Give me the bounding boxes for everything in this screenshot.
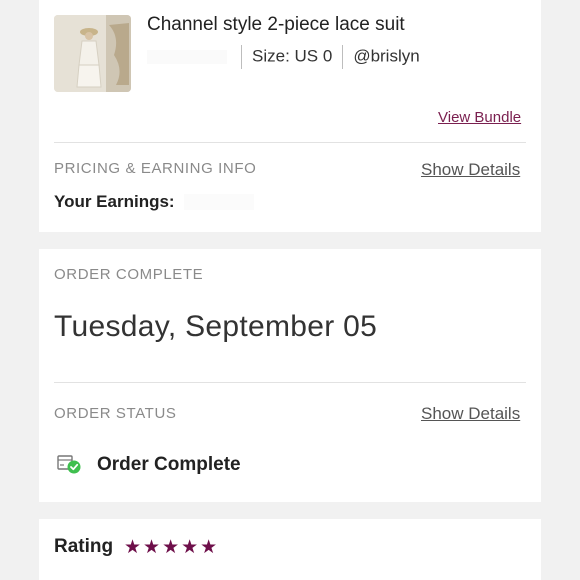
meta-divider	[342, 45, 344, 69]
rating-stars: ★★★★★	[124, 537, 220, 558]
item-size: Size: US 0	[252, 46, 333, 66]
item-title[interactable]: Channel style 2-piece lace suit	[147, 14, 405, 36]
item-meta: Size: US 0 @brislyn	[147, 45, 420, 69]
pricing-show-details-link[interactable]: Show Details	[421, 160, 520, 180]
section-divider	[54, 142, 526, 143]
order-status-label: ORDER STATUS	[54, 405, 177, 422]
order-complete-label: ORDER COMPLETE	[54, 266, 204, 283]
order-status-show-details-link[interactable]: Show Details	[421, 404, 520, 424]
item-card: Channel style 2-piece lace suit Size: US…	[39, 0, 541, 232]
earnings-label: Your Earnings:	[54, 192, 175, 211]
box-check-icon	[57, 453, 83, 475]
seller-username[interactable]: @brislyn	[353, 46, 419, 65]
order-detail-column: Channel style 2-piece lace suit Size: US…	[39, 0, 541, 580]
section-divider	[54, 382, 526, 383]
order-complete-date: Tuesday, September 05	[54, 310, 378, 343]
pricing-section-label: PRICING & EARNING INFO	[54, 160, 257, 177]
price-blurred	[147, 50, 227, 64]
earnings-value-blurred	[184, 194, 254, 210]
meta-divider	[241, 45, 242, 69]
order-card: ORDER COMPLETE Tuesday, September 05 ORD…	[39, 249, 541, 502]
rating-card: Rating ★★★★★	[39, 519, 541, 580]
order-status-text: Order Complete	[97, 454, 241, 475]
rating-label: Rating	[54, 536, 114, 557]
item-photo	[54, 15, 131, 92]
item-thumbnail[interactable]	[54, 15, 131, 92]
view-bundle-link[interactable]: View Bundle	[438, 109, 521, 126]
